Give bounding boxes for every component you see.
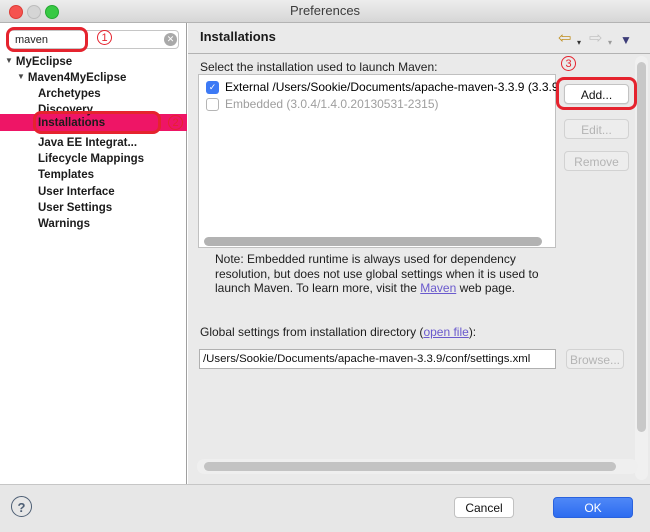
installation-checkbox-external[interactable]: ✓: [206, 81, 219, 94]
annotation-step-1: 1: [97, 30, 112, 45]
tree-item-label: Lifecycle Mappings: [38, 153, 144, 165]
sidebar-item-maven4myeclipse[interactable]: ▼Maven4MyEclipse: [17, 69, 126, 85]
tree-item-label: MyEclipse: [16, 56, 72, 68]
zoom-window-button[interactable]: [45, 5, 59, 19]
tree-item-label: Warnings: [38, 218, 90, 230]
sidebar-item-user-settings[interactable]: User Settings: [38, 200, 112, 216]
page-horizontal-scrollbar-thumb[interactable]: [204, 462, 616, 471]
sidebar-item-templates[interactable]: Templates: [38, 167, 94, 183]
tree-item-label: User Interface: [38, 186, 115, 198]
tree-item-label: User Settings: [38, 202, 112, 214]
page-title: Installations: [200, 29, 276, 44]
annotation-box-installations: [33, 111, 161, 134]
sidebar-item-lifecycle-mappings[interactable]: Lifecycle Mappings: [38, 151, 144, 167]
sidebar-item-warnings[interactable]: Warnings: [38, 216, 90, 232]
back-arrow-icon[interactable]: ⇦: [558, 30, 571, 48]
view-menu-icon[interactable]: ▼: [620, 33, 632, 47]
browse-button[interactable]: Browse...: [566, 349, 624, 369]
help-button[interactable]: ?: [11, 496, 32, 517]
annotation-box-search: [6, 27, 88, 52]
minimize-window-button[interactable]: [27, 5, 41, 19]
sidebar-item-user-interface[interactable]: User Interface: [38, 184, 115, 200]
forward-arrow-icon[interactable]: ⇨: [589, 30, 602, 48]
embedded-runtime-note: Note: Embedded runtime is always used fo…: [215, 252, 559, 296]
tree-item-label: Archetypes: [38, 88, 101, 100]
annotation-step-2: 2: [168, 115, 183, 130]
settings-path-field[interactable]: [199, 349, 556, 369]
open-file-link[interactable]: open file: [423, 325, 468, 339]
ok-button[interactable]: OK: [553, 497, 633, 518]
annotation-step-3: 3: [561, 56, 576, 71]
list-item[interactable]: External /Users/Sookie/Documents/apache-…: [225, 80, 571, 95]
window-title: Preferences: [0, 0, 650, 22]
select-installation-label: Select the installation used to launch M…: [200, 60, 437, 74]
global-settings-label: Global settings from installation direct…: [200, 325, 476, 339]
tree-item-label: Maven4MyEclipse: [28, 72, 126, 84]
tree-item-label: Templates: [38, 169, 94, 181]
installation-checkbox-embedded[interactable]: [206, 98, 219, 111]
clear-search-icon[interactable]: ✕: [164, 33, 177, 46]
list-horizontal-scrollbar[interactable]: [204, 237, 542, 246]
label-text: Global settings from installation direct…: [200, 325, 423, 339]
label-text: ):: [469, 325, 476, 339]
forward-dropdown-icon[interactable]: ▾: [608, 38, 612, 47]
disclosure-triangle-icon[interactable]: ▼: [5, 56, 13, 65]
maven-link[interactable]: Maven: [420, 281, 456, 295]
sidebar-item-java-ee-integration[interactable]: Java EE Integrat...: [38, 135, 137, 151]
installations-list: ✓ External /Users/Sookie/Documents/apach…: [198, 74, 556, 248]
note-text: web page.: [456, 281, 515, 295]
disclosure-triangle-icon[interactable]: ▼: [17, 72, 25, 81]
close-window-button[interactable]: [9, 5, 23, 19]
cancel-button[interactable]: Cancel: [454, 497, 514, 518]
annotation-box-add: [556, 77, 637, 110]
header-separator: [188, 53, 650, 54]
remove-button[interactable]: Remove: [564, 151, 629, 171]
title-bar: Preferences: [0, 0, 650, 23]
edit-button[interactable]: Edit...: [564, 119, 629, 139]
list-item[interactable]: Embedded (3.0.4/1.4.0.20130531-2315): [225, 97, 571, 112]
tree-item-label: Java EE Integrat...: [38, 137, 137, 149]
back-dropdown-icon[interactable]: ▾: [577, 38, 581, 47]
sidebar-item-myeclipse[interactable]: ▼MyEclipse: [5, 53, 72, 69]
page-vertical-scrollbar-thumb[interactable]: [637, 62, 646, 432]
sidebar-item-archetypes[interactable]: Archetypes: [38, 86, 101, 102]
